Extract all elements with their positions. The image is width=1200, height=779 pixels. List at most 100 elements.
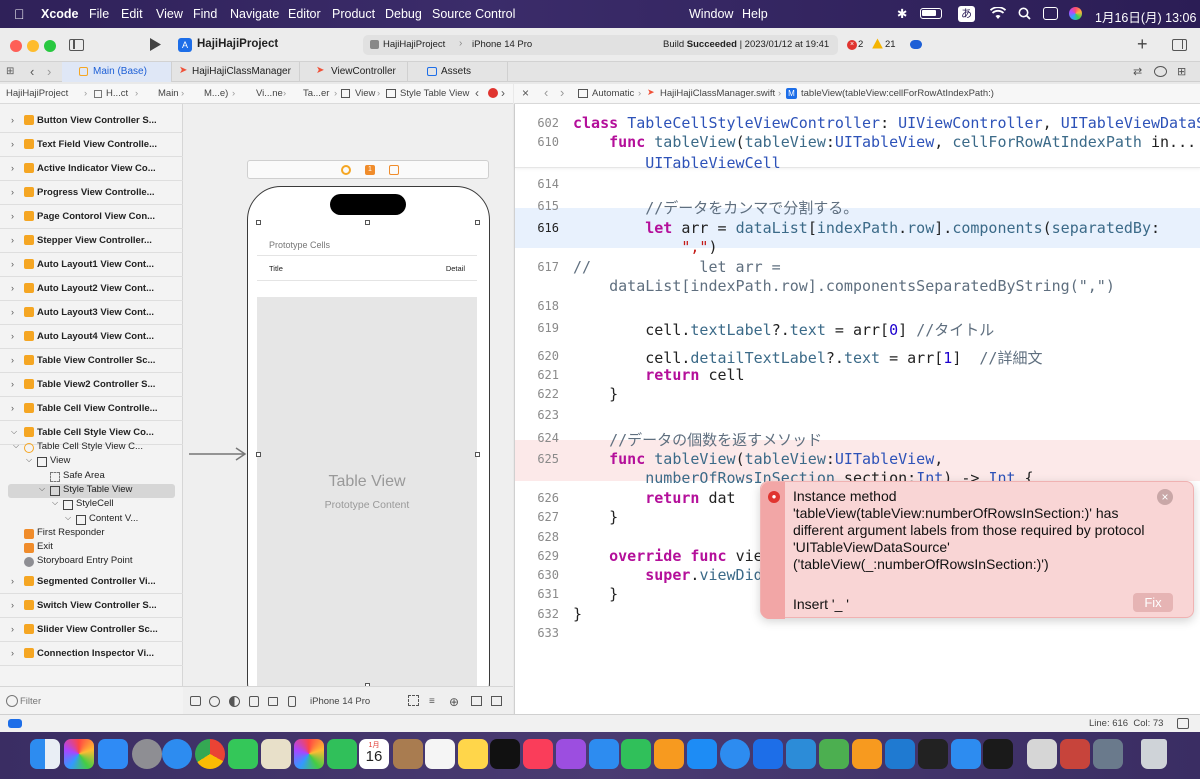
wifi-icon[interactable]	[990, 7, 1006, 20]
facetime-icon[interactable]	[327, 739, 357, 769]
code-editor[interactable]: 602 class TableCellStyleViewController: U…	[514, 104, 1200, 714]
scene-row[interactable]: › Auto Layout1 View Cont...	[0, 253, 183, 277]
panel-toggle-icon[interactable]	[1177, 718, 1189, 729]
add-icon[interactable]: +	[1137, 34, 1148, 55]
prototype-cell[interactable]: Title Detail	[257, 255, 477, 281]
menu-debug[interactable]: Debug	[385, 7, 422, 21]
menu-datetime[interactable]: 1月16日(月) 13:06	[1095, 7, 1196, 26]
reminders-icon[interactable]	[425, 739, 455, 769]
bluetooth-icon[interactable]: ✱	[897, 6, 907, 21]
tab-assets[interactable]: Assets	[408, 62, 508, 82]
back-icon[interactable]: ‹	[544, 85, 548, 100]
constraints-icon[interactable]: ⊕	[449, 695, 459, 709]
code-line[interactable]: //データの個数を返すメソッド	[573, 429, 822, 450]
storyboard-canvas[interactable]: 1 Prototype Cells Title Detail Table Vie…	[183, 104, 513, 717]
code-line[interactable]: }	[573, 385, 618, 403]
table-view-placeholder[interactable]: Table View Prototype Content	[257, 297, 477, 717]
jump-method[interactable]: tableView(tableView:cellForRowAtIndexPat…	[801, 88, 994, 99]
warning-count[interactable]: 21	[885, 39, 896, 50]
code-line[interactable]: }	[573, 508, 618, 526]
scene-row[interactable]: › Progress View Controlle...	[0, 181, 183, 205]
terminal-icon[interactable]	[983, 739, 1013, 769]
back-icon[interactable]: ‹	[475, 86, 479, 100]
jump-view[interactable]: View	[355, 88, 375, 99]
canvas-device-selector[interactable]: iPhone 14 Pro	[310, 696, 370, 707]
scene-row[interactable]: › Auto Layout4 View Cont...	[0, 325, 183, 349]
chevron-right-icon[interactable]: ›	[11, 139, 14, 149]
zoom-app-icon[interactable]	[951, 739, 981, 769]
scene-row[interactable]: › Table View2 Controller S...	[0, 373, 183, 397]
outline-item[interactable]: Storyboard Entry Point	[0, 555, 183, 569]
chevron-down-icon[interactable]: ⌵	[65, 513, 71, 523]
related-items-icon[interactable]	[578, 89, 588, 98]
outline-item[interactable]: First Responder	[0, 527, 183, 541]
scene-row[interactable]: › Page Contorol View Con...	[0, 205, 183, 229]
menu-product[interactable]: Product	[332, 7, 375, 21]
resize-handle[interactable]	[475, 220, 480, 225]
align-icon[interactable]: ≡	[429, 696, 435, 707]
notes-icon[interactable]	[458, 739, 488, 769]
chevron-down-icon[interactable]: ⌵	[39, 484, 45, 494]
trash-icon[interactable]	[1141, 739, 1167, 769]
apple-icon[interactable]: 	[14, 6, 25, 22]
resolve-layout-icon[interactable]	[471, 696, 482, 706]
menu-navigate[interactable]: Navigate	[230, 7, 279, 21]
code-line[interactable]: return dat	[573, 489, 735, 507]
safari-icon[interactable]	[162, 739, 192, 769]
chevron-right-icon[interactable]: ›	[11, 403, 14, 413]
outline-toggle-icon[interactable]	[190, 696, 201, 706]
code-line[interactable]: override func view	[573, 547, 772, 565]
input-method-indicator[interactable]: あ	[958, 6, 975, 22]
mail-icon[interactable]	[98, 739, 128, 769]
vscode-icon[interactable]	[885, 739, 915, 769]
code-line[interactable]: ",")	[573, 238, 717, 256]
jump-automatic[interactable]: Automatic	[592, 88, 634, 99]
forward-icon[interactable]: ›	[47, 64, 51, 79]
menu-file[interactable]: File	[89, 7, 109, 21]
menu-view[interactable]: View	[156, 7, 183, 21]
chevron-right-icon[interactable]: ›	[11, 379, 14, 389]
menu-source-control[interactable]: Source Control	[432, 7, 515, 21]
view-controller-icon[interactable]	[341, 165, 351, 175]
menu-window[interactable]: Window	[689, 7, 733, 21]
chevron-down-icon[interactable]: ⌵	[13, 441, 19, 451]
jump-file[interactable]: HajiHajiClassManager.swift	[660, 88, 775, 99]
code-line[interactable]: }	[573, 585, 618, 603]
outline-item[interactable]: Exit	[0, 541, 183, 555]
jump-scene[interactable]: Vi...ne	[256, 88, 283, 99]
appearance-icon[interactable]	[209, 696, 220, 707]
code-line[interactable]: //データをカンマで分割する。	[573, 197, 858, 218]
chevron-right-icon[interactable]: ›	[11, 624, 14, 634]
swap-icon[interactable]: ⇄	[1133, 65, 1142, 78]
scene-row[interactable]: › Stepper View Controller...	[0, 229, 183, 253]
jump-main[interactable]: Main	[158, 88, 179, 99]
keynote-icon[interactable]	[589, 739, 619, 769]
resize-handle[interactable]	[365, 220, 370, 225]
code-line[interactable]: cell.detailTextLabel?.text = arr[1] //詳細…	[573, 347, 1042, 368]
text-editor-icon[interactable]	[819, 739, 849, 769]
menu-find[interactable]: Find	[193, 7, 217, 21]
chevron-down-icon[interactable]: ⌵	[52, 498, 58, 508]
photos-icon[interactable]	[294, 739, 324, 769]
music-icon[interactable]	[523, 739, 553, 769]
chevron-right-icon[interactable]: ›	[11, 115, 14, 125]
chevron-right-icon[interactable]: ›	[11, 187, 14, 197]
tab-view-controller[interactable]: ➤ ViewController	[300, 62, 408, 82]
update-frames-icon[interactable]	[408, 695, 419, 706]
jump-controller[interactable]: Ta...er	[303, 88, 329, 99]
menu-editor[interactable]: Editor	[288, 7, 321, 21]
chevron-right-icon[interactable]: ›	[11, 307, 14, 317]
chevron-down-icon[interactable]: ⌵	[26, 455, 32, 465]
calendar-icon[interactable]: 1月 16	[359, 739, 389, 769]
testflight-icon[interactable]	[720, 739, 750, 769]
outline-item[interactable]: ⌵ View	[0, 455, 183, 469]
forward-icon[interactable]: ›	[560, 85, 564, 100]
resize-handle[interactable]	[256, 220, 261, 225]
scene-row[interactable]: › Auto Layout3 View Cont...	[0, 301, 183, 325]
outline-item[interactable]: ⌵ StyleCell	[0, 498, 183, 512]
scene-row[interactable]: › Auto Layout2 View Cont...	[0, 277, 183, 301]
back-icon[interactable]: ‹	[30, 64, 34, 79]
menu-help[interactable]: Help	[742, 7, 768, 21]
dismiss-error-button[interactable]: ×	[1157, 489, 1173, 505]
outline-item[interactable]: ⌵ Table Cell Style View C...	[0, 441, 183, 455]
